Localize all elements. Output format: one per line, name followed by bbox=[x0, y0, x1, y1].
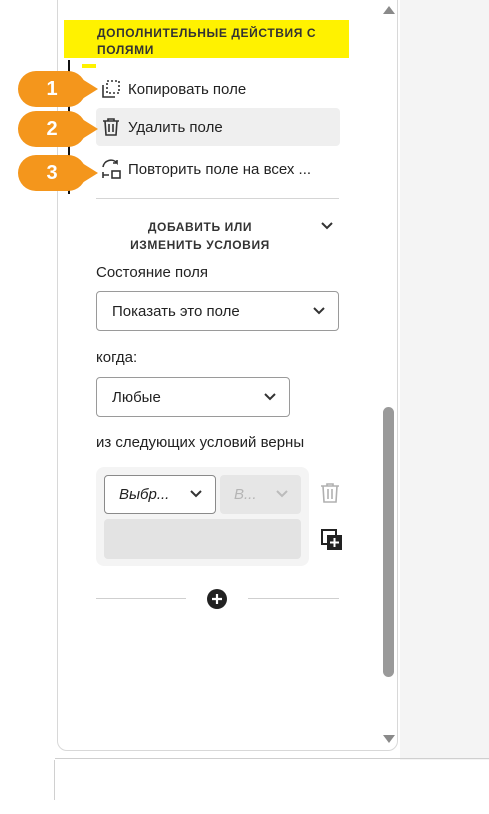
add-condition-plus-icon[interactable] bbox=[207, 589, 227, 609]
chevron-down-icon bbox=[275, 486, 289, 503]
when-select[interactable]: Любые bbox=[96, 377, 290, 417]
copy-field-label: Копировать поле bbox=[128, 80, 247, 98]
chevron-down-icon bbox=[189, 486, 203, 503]
rule-value-input[interactable] bbox=[104, 519, 301, 559]
rule-operator-select[interactable]: В... bbox=[220, 475, 301, 514]
collapse-chevron-icon[interactable] bbox=[320, 218, 334, 230]
rule-field-select[interactable]: Выбр... bbox=[104, 475, 216, 514]
highlight-mark bbox=[82, 64, 96, 68]
add-divider-left bbox=[96, 598, 186, 599]
callout-badge-2: 2 bbox=[18, 111, 98, 147]
repeat-field-button[interactable]: Повторить поле на всех ... bbox=[96, 150, 340, 188]
delete-field-label: Удалить поле bbox=[128, 118, 223, 136]
copy-field-icon bbox=[100, 78, 122, 100]
rule-field-value: Выбр... bbox=[119, 486, 170, 503]
callout-badge-1-number: 1 bbox=[46, 77, 58, 100]
repeat-field-label: Повторить поле на всех ... bbox=[128, 160, 312, 178]
match-label: из следующих условий верны bbox=[96, 434, 305, 451]
field-state-label: Состояние поля bbox=[96, 264, 209, 281]
copy-field-button[interactable]: Копировать поле bbox=[96, 70, 340, 108]
field-state-select[interactable]: Показать это поле bbox=[96, 291, 339, 331]
chevron-down-icon bbox=[312, 303, 326, 320]
conditions-heading: ДОБАВИТЬ ИЛИ ИЗМЕНИТЬ УСЛОВИЯ bbox=[130, 220, 270, 252]
add-divider-right bbox=[248, 598, 339, 599]
chevron-down-icon bbox=[263, 389, 277, 406]
rule-operator-value: В... bbox=[234, 486, 257, 503]
section-title-text: ДОПОЛНИТЕЛЬНЫЕ ДЕЙСТВИЯ С ПОЛЯМИ bbox=[97, 26, 317, 57]
trash-icon bbox=[100, 116, 122, 138]
delete-field-button[interactable]: Удалить поле bbox=[96, 108, 340, 146]
callout-badge-2-number: 2 bbox=[46, 117, 58, 140]
section-divider bbox=[96, 198, 339, 199]
section-title: ДОПОЛНИТЕЛЬНЫЕ ДЕЙСТВИЯ С ПОЛЯМИ bbox=[64, 20, 349, 58]
delete-rule-trash-icon[interactable] bbox=[320, 482, 342, 506]
panel-bottom-divider bbox=[55, 758, 489, 759]
repeat-icon bbox=[100, 158, 122, 180]
scroll-down-arrow[interactable] bbox=[383, 735, 395, 743]
callout-badge-3-number: 3 bbox=[46, 161, 58, 184]
left-edge-line bbox=[54, 760, 55, 800]
scrollbar-thumb[interactable] bbox=[383, 407, 394, 677]
field-state-value: Показать это поле bbox=[112, 302, 240, 320]
when-value: Любые bbox=[112, 388, 161, 406]
when-label: когда: bbox=[96, 349, 138, 366]
duplicate-rule-icon[interactable] bbox=[321, 529, 343, 551]
canvas-area bbox=[400, 0, 489, 760]
scroll-up-arrow[interactable] bbox=[383, 6, 395, 14]
callout-badge-3: 3 bbox=[18, 155, 98, 191]
callout-badge-1: 1 bbox=[18, 71, 98, 107]
